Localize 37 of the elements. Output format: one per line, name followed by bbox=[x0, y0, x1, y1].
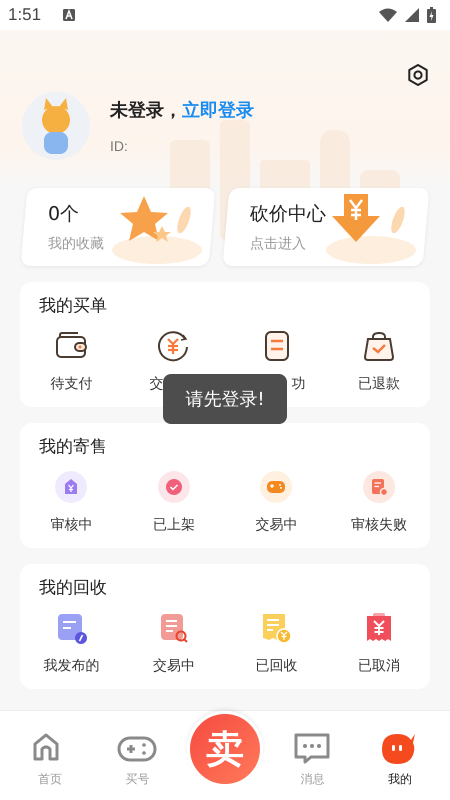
item-label[interactable]: 已上架 bbox=[152, 516, 195, 534]
item-label[interactable]: 我发布的 bbox=[43, 657, 100, 675]
battery-icon bbox=[427, 7, 436, 23]
section-title: 我的寄售 bbox=[38, 436, 108, 458]
clock-time: 1:51 bbox=[8, 5, 42, 25]
item-label[interactable]: 审核中 bbox=[50, 516, 92, 534]
favorites-card[interactable]: 0个 我的收藏 bbox=[20, 188, 216, 266]
card-subtitle: 我的收藏 bbox=[48, 235, 104, 253]
login-status: 未登录， bbox=[110, 99, 182, 122]
gamepad-icon[interactable] bbox=[259, 470, 294, 504]
item-label[interactable]: 已取消 bbox=[358, 657, 400, 675]
login-toast: 请先登录! bbox=[163, 374, 287, 424]
bag-check-icon[interactable] bbox=[362, 329, 396, 363]
item-label[interactable]: 功 bbox=[292, 375, 306, 393]
bargain-card[interactable]: 砍价中心 点击进入 bbox=[222, 188, 430, 266]
check-badge-icon[interactable] bbox=[156, 470, 191, 504]
item-label[interactable]: 交易中 bbox=[255, 516, 298, 534]
item-label[interactable]: 审核失败 bbox=[350, 516, 407, 534]
item-label[interactable]: 已回收 bbox=[255, 657, 298, 675]
item-label[interactable]: 已退款 bbox=[358, 375, 400, 393]
item-label[interactable]: 交易中 bbox=[152, 657, 195, 675]
section-title: 我的买单 bbox=[38, 295, 108, 317]
settings-icon[interactable] bbox=[406, 63, 430, 87]
item-label[interactable]: 待支付 bbox=[50, 375, 92, 393]
signal-icon bbox=[405, 8, 419, 22]
tab-label[interactable]: 我的 bbox=[388, 771, 412, 788]
section-title: 我的回收 bbox=[38, 577, 108, 599]
user-id-label: ID: bbox=[110, 138, 129, 154]
card-title: 砍价中心 bbox=[250, 202, 326, 227]
card-title: 0个 bbox=[48, 202, 80, 227]
house-icon[interactable] bbox=[54, 470, 88, 504]
card-subtitle: 点击进入 bbox=[250, 235, 307, 253]
yuan-cycle-icon[interactable] bbox=[156, 329, 190, 363]
avatar[interactable] bbox=[22, 92, 90, 160]
item-label[interactable]: 交 bbox=[150, 375, 164, 393]
wifi-icon bbox=[379, 8, 397, 22]
notification-icon bbox=[63, 9, 76, 21]
